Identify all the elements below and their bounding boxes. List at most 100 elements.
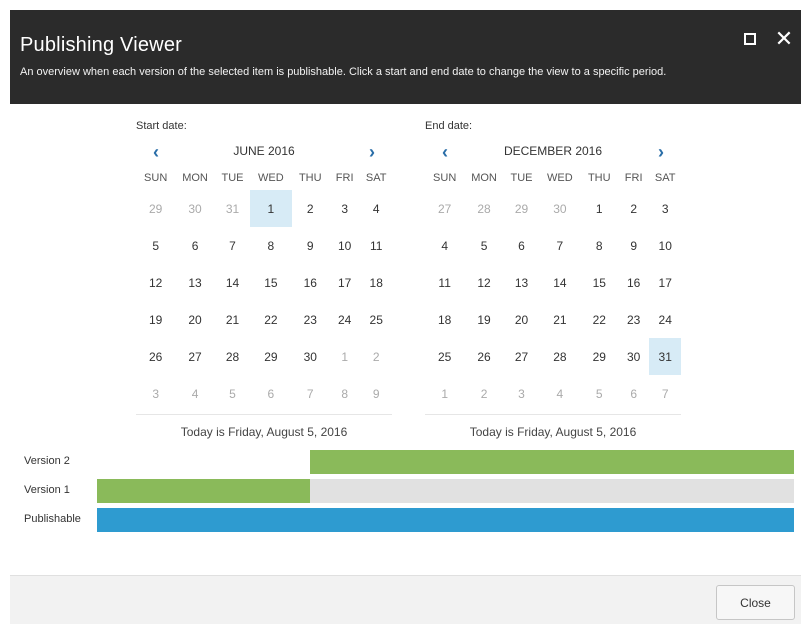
calendar-day[interactable]: 4 [360, 190, 392, 227]
calendar-day[interactable]: 29 [504, 190, 539, 227]
calendar-day[interactable]: 11 [425, 264, 464, 301]
calendar-day[interactable]: 22 [250, 301, 291, 338]
calendar-day[interactable]: 22 [581, 301, 618, 338]
calendar-day[interactable]: 21 [539, 301, 580, 338]
dialog-footer: Close [10, 575, 801, 624]
calendar-day[interactable]: 5 [215, 375, 250, 412]
calendar-day[interactable]: 4 [539, 375, 580, 412]
calendar-day[interactable]: 31 [649, 338, 681, 375]
calendar-day[interactable]: 8 [329, 375, 360, 412]
calendar-day[interactable]: 18 [425, 301, 464, 338]
calendar-day[interactable]: 25 [360, 301, 392, 338]
calendar-day[interactable]: 10 [329, 227, 360, 264]
calendar-day[interactable]: 9 [292, 227, 329, 264]
calendar-day[interactable]: 6 [250, 375, 291, 412]
close-window-button[interactable]: ✕ [775, 28, 793, 50]
calendar-day[interactable]: 26 [464, 338, 503, 375]
calendar-day[interactable]: 29 [136, 190, 175, 227]
calendar-day[interactable]: 27 [175, 338, 214, 375]
calendar-day[interactable]: 23 [292, 301, 329, 338]
calendar-day[interactable]: 8 [581, 227, 618, 264]
calendar-day[interactable]: 14 [215, 264, 250, 301]
calendar-day[interactable]: 13 [175, 264, 214, 301]
next-month-button[interactable]: › [651, 142, 671, 162]
calendar-day[interactable]: 1 [581, 190, 618, 227]
calendar-day[interactable]: 3 [329, 190, 360, 227]
calendar-week-row: 27 28 29 30 1 2 3 [425, 190, 681, 227]
calendar-day[interactable]: 13 [504, 264, 539, 301]
calendar-day[interactable]: 12 [464, 264, 503, 301]
calendar-day[interactable]: 6 [618, 375, 649, 412]
calendar-day[interactable]: 15 [581, 264, 618, 301]
timeline-segment [97, 479, 310, 503]
calendar-day[interactable]: 4 [425, 227, 464, 264]
calendar-day[interactable]: 20 [175, 301, 214, 338]
weekday-row: SUN MON TUE WED THU FRI SAT [136, 166, 392, 190]
calendar-day[interactable]: 7 [539, 227, 580, 264]
calendar-day[interactable]: 17 [649, 264, 681, 301]
calendar-day[interactable]: 18 [360, 264, 392, 301]
calendar-day[interactable]: 5 [464, 227, 503, 264]
calendar-day[interactable]: 30 [175, 190, 214, 227]
calendar-day[interactable]: 8 [250, 227, 291, 264]
calendar-day[interactable]: 29 [250, 338, 291, 375]
calendar-day[interactable]: 3 [504, 375, 539, 412]
calendar-day[interactable]: 31 [215, 190, 250, 227]
calendar-day[interactable]: 3 [649, 190, 681, 227]
calendar-day[interactable]: 2 [292, 190, 329, 227]
calendar-day[interactable]: 5 [581, 375, 618, 412]
calendar-day[interactable]: 3 [136, 375, 175, 412]
calendar-day[interactable]: 24 [329, 301, 360, 338]
calendar-day[interactable]: 27 [504, 338, 539, 375]
calendar-day[interactable]: 16 [618, 264, 649, 301]
calendar-day[interactable]: 29 [581, 338, 618, 375]
calendar-day[interactable]: 28 [215, 338, 250, 375]
calendar-day[interactable]: 7 [649, 375, 681, 412]
calendar-day[interactable]: 30 [292, 338, 329, 375]
weekday-label: WED [547, 172, 573, 184]
calendar-day[interactable]: 1 [250, 190, 292, 227]
calendar-day[interactable]: 7 [215, 227, 250, 264]
calendar-day[interactable]: 16 [292, 264, 329, 301]
timeline-row: Version 1 [0, 479, 801, 503]
calendar-day[interactable]: 23 [618, 301, 649, 338]
end-date-calendar: End date: ‹ DECEMBER 2016 › SUN MON TUE WED… [425, 120, 681, 439]
calendar-day[interactable]: 7 [292, 375, 329, 412]
calendar-week-row: 19 20 21 22 23 24 25 [136, 301, 392, 338]
calendar-day[interactable]: 21 [215, 301, 250, 338]
next-month-button[interactable]: › [362, 142, 382, 162]
calendar-day[interactable]: 26 [136, 338, 175, 375]
calendar-day[interactable]: 2 [618, 190, 649, 227]
calendar-day[interactable]: 19 [464, 301, 503, 338]
calendar-day[interactable]: 2 [464, 375, 503, 412]
calendar-header: ‹ JUNE 2016 › [136, 140, 392, 166]
calendar-day[interactable]: 6 [504, 227, 539, 264]
calendar-day[interactable]: 10 [649, 227, 681, 264]
calendar-day[interactable]: 1 [329, 338, 360, 375]
calendar-day[interactable]: 12 [136, 264, 175, 301]
calendar-day[interactable]: 25 [425, 338, 464, 375]
weekday-label: MON [471, 172, 497, 184]
calendar-day[interactable]: 4 [175, 375, 214, 412]
calendar-day[interactable]: 11 [360, 227, 392, 264]
calendar-day[interactable]: 17 [329, 264, 360, 301]
calendar-day[interactable]: 5 [136, 227, 175, 264]
calendar-day[interactable]: 24 [649, 301, 681, 338]
calendar-day[interactable]: 9 [360, 375, 392, 412]
start-date-calendar: Start date: ‹ JUNE 2016 › SUN MON TUE WED TH… [136, 120, 392, 439]
close-button[interactable]: Close [716, 585, 795, 620]
calendar-day[interactable]: 20 [504, 301, 539, 338]
calendar-day[interactable]: 28 [539, 338, 580, 375]
calendar-day[interactable]: 14 [539, 264, 580, 301]
calendar-day[interactable]: 15 [250, 264, 291, 301]
calendar-day[interactable]: 28 [464, 190, 503, 227]
calendar-day[interactable]: 9 [618, 227, 649, 264]
calendar-day[interactable]: 6 [175, 227, 214, 264]
calendar-day[interactable]: 30 [618, 338, 649, 375]
calendar-day[interactable]: 1 [425, 375, 464, 412]
maximize-button[interactable] [741, 30, 759, 48]
calendar-day[interactable]: 19 [136, 301, 175, 338]
calendar-day[interactable]: 27 [425, 190, 464, 227]
calendar-day[interactable]: 2 [360, 338, 392, 375]
calendar-day[interactable]: 30 [539, 190, 580, 227]
